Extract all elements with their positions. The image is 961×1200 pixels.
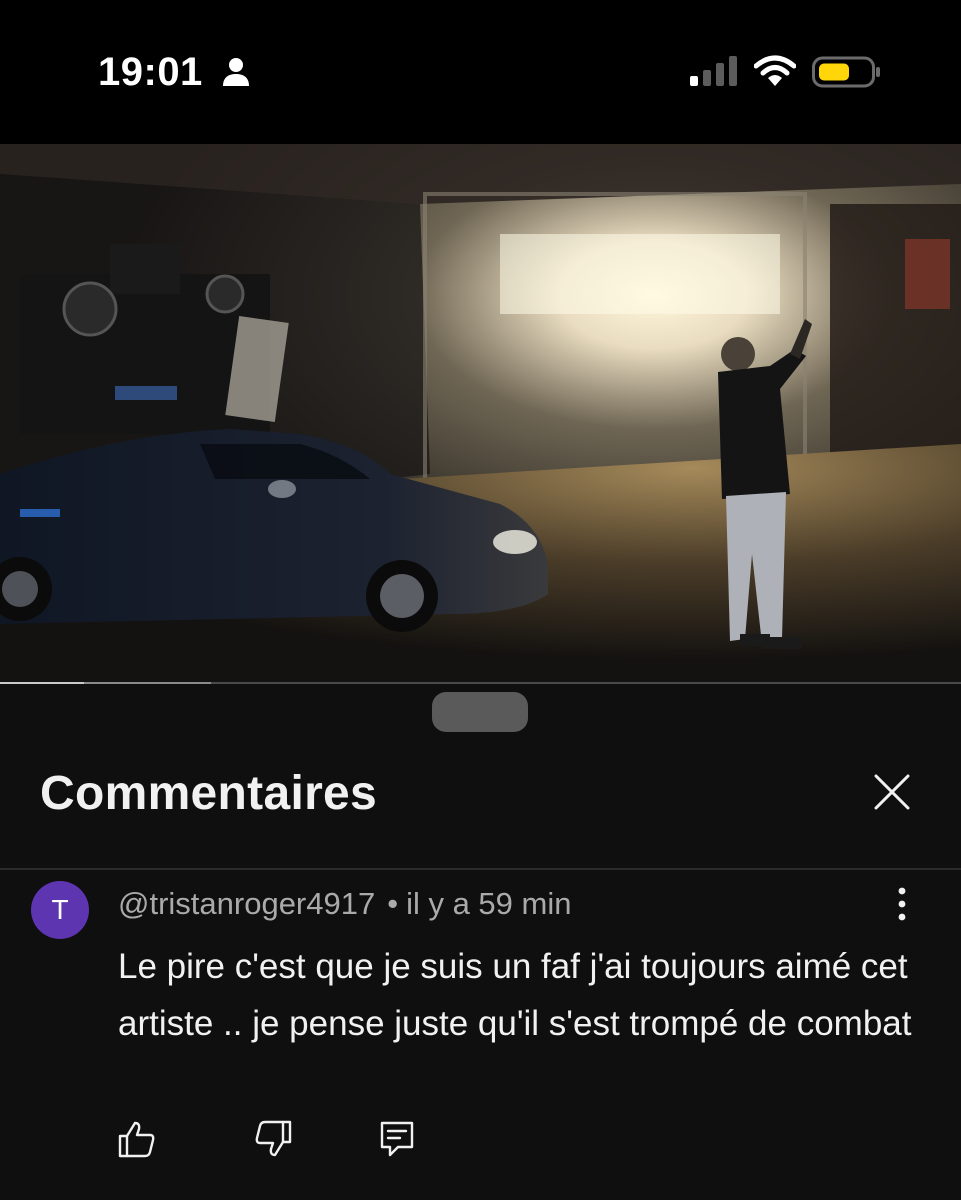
close-icon [874,774,910,810]
video-progress-bar[interactable] [0,682,961,684]
comment-author[interactable]: @tristanroger4917 [118,886,375,921]
like-button[interactable] [116,1118,158,1160]
close-button[interactable] [862,762,922,822]
wifi-icon [754,55,796,86]
cellular-signal-icon [690,56,737,86]
panel-drag-handle[interactable] [432,692,528,732]
comment-more-button[interactable] [884,882,920,926]
comment-meta: @tristanroger4917 • il y a 59 min [118,886,571,922]
video-frame [0,144,961,684]
comment-text: Le pire c'est que je suis un faf j'ai to… [118,947,912,1043]
thumbs-up-icon [118,1121,155,1158]
more-vertical-icon [898,887,906,921]
comments-panel-title: Commentaires [40,767,378,820]
person-icon [223,58,249,86]
dislike-button[interactable] [252,1118,294,1160]
avatar[interactable]: T [31,881,89,939]
status-bar: 19:01 [0,0,961,144]
comments-panel: Commentaires T @tristanroger4917 • il y a … [0,688,961,1200]
comment-time: il y a 59 min [406,886,572,921]
comment-item: T @tristanroger4917 • il y a 59 min Le pir… [0,870,961,1200]
thumbs-down-icon [255,1120,292,1157]
meta-separator: • [387,886,399,921]
reply-icon [380,1121,414,1157]
video-player[interactable] [0,144,961,684]
avatar-letter: T [51,894,69,925]
status-time: 19:01 [98,50,203,94]
progress-played [0,682,84,684]
battery-icon [812,56,880,88]
reply-button[interactable] [376,1118,418,1160]
